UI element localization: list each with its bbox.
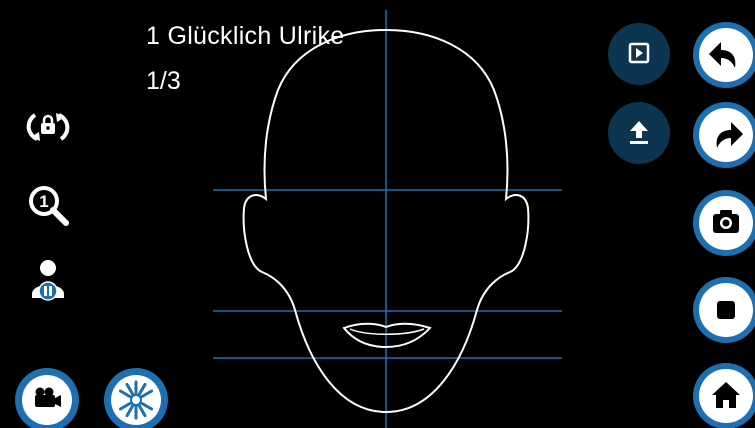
user-pause-icon[interactable] [28, 258, 68, 302]
camera-icon [699, 196, 753, 250]
stop-icon [699, 283, 753, 337]
stop-button[interactable] [693, 277, 755, 343]
undo-arrow-icon [699, 28, 753, 82]
play-video-icon [628, 42, 650, 64]
play-video-button[interactable] [608, 23, 670, 85]
mouth-outline [342, 322, 432, 349]
exercise-progress: 1/3 [146, 67, 181, 95]
mouth-inner-line [349, 328, 425, 335]
video-camera-icon [22, 375, 72, 425]
home-icon [699, 369, 753, 423]
video-camera-button[interactable] [15, 368, 79, 428]
exercise-title: 1 Glücklich Ulrike [146, 22, 345, 50]
undo-button[interactable] [693, 22, 755, 88]
svg-text:1: 1 [39, 192, 48, 211]
home-button[interactable] [693, 363, 755, 428]
redo-arrow-icon [699, 108, 753, 162]
effects-button[interactable] [104, 368, 168, 428]
redo-button[interactable] [693, 102, 755, 168]
upload-icon [630, 121, 648, 144]
zoom-one-icon[interactable]: 1 [28, 185, 70, 227]
capture-photo-button[interactable] [693, 190, 755, 256]
rotation-lock-icon[interactable] [26, 110, 70, 144]
camera-screen: 1 Glücklich Ulrike 1/3 1 [10, 10, 755, 428]
upload-button[interactable] [608, 102, 670, 164]
snowflake-icon [111, 375, 161, 425]
